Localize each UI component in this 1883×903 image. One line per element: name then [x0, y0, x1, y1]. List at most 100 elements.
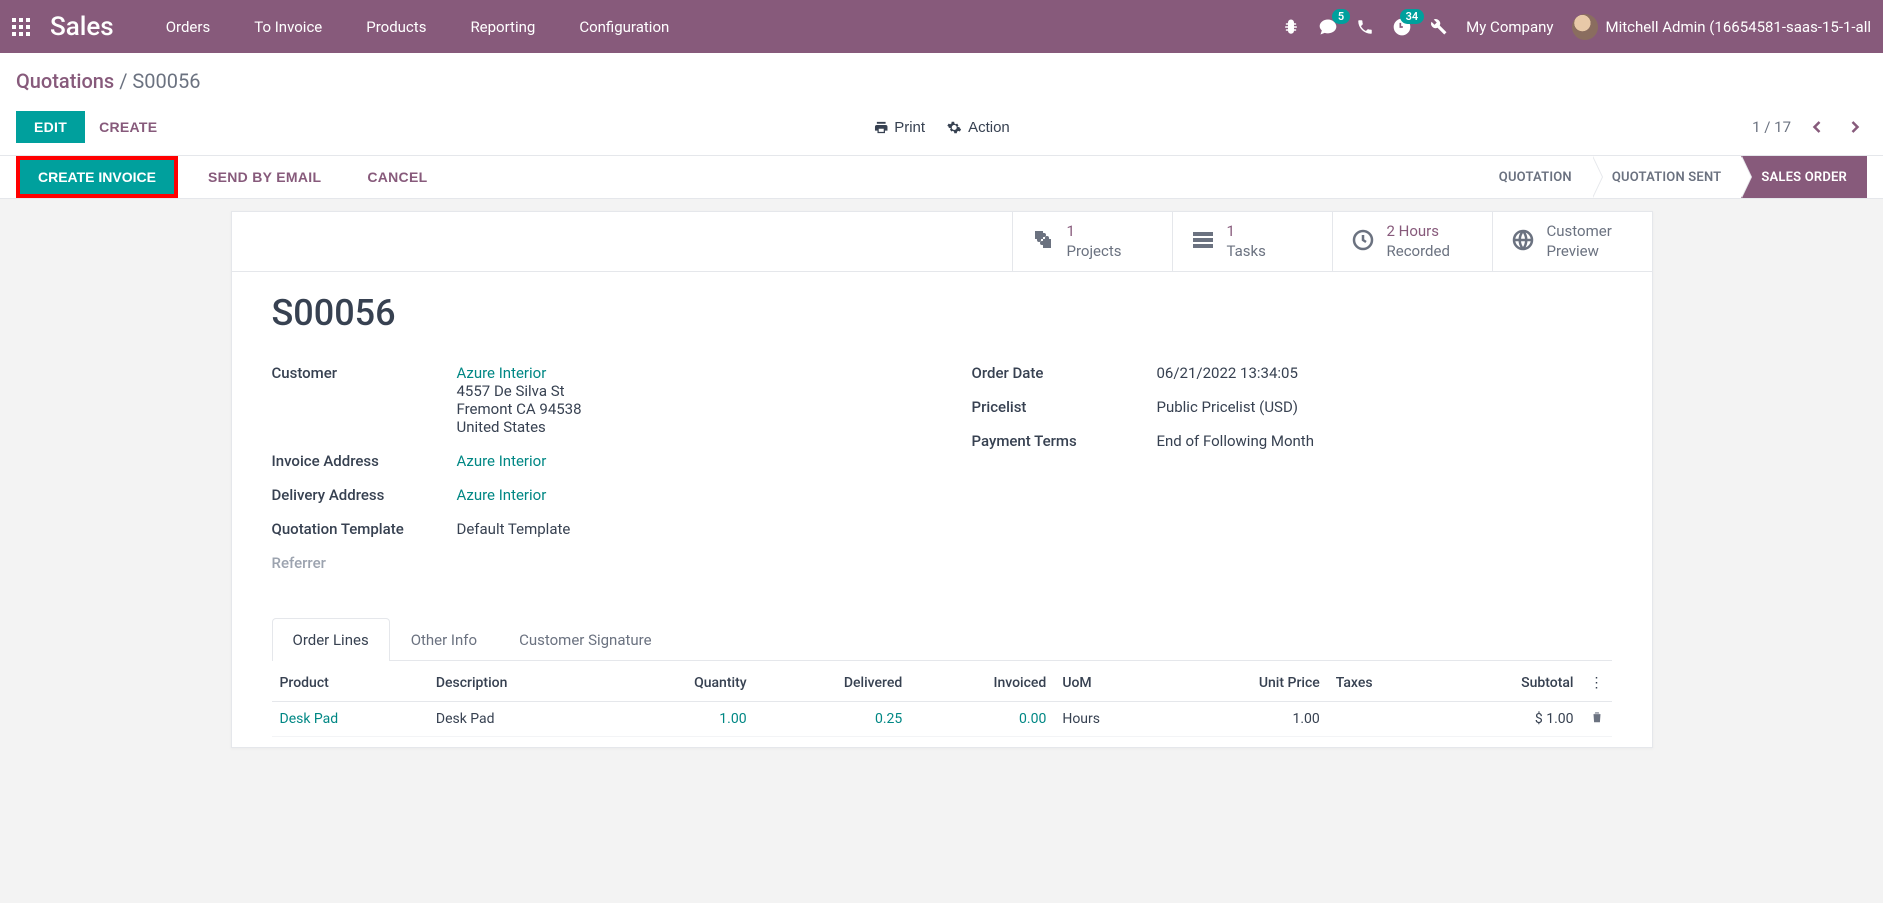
pager-next-button[interactable]	[1843, 115, 1867, 139]
col-delivered[interactable]: Delivered	[755, 665, 911, 702]
customer-addr3: United States	[457, 418, 546, 436]
create-button[interactable]: CREATE	[85, 111, 171, 143]
apps-icon[interactable]	[12, 15, 40, 39]
tabs: Order Lines Other Info Customer Signatur…	[272, 618, 1612, 661]
company-name[interactable]: My Company	[1466, 18, 1553, 36]
menu-orders[interactable]: Orders	[144, 0, 233, 53]
payment-terms-value: End of Following Month	[1157, 432, 1314, 450]
print-label: Print	[894, 119, 925, 136]
cell-subtotal: $ 1.00	[1438, 702, 1581, 737]
payment-terms-label: Payment Terms	[972, 432, 1157, 450]
col-quantity[interactable]: Quantity	[611, 665, 754, 702]
col-product[interactable]: Product	[272, 665, 428, 702]
phone-icon[interactable]	[1356, 18, 1374, 36]
template-label: Quotation Template	[272, 520, 457, 538]
row-delete-icon[interactable]	[1582, 702, 1612, 737]
pricelist-value: Public Pricelist (USD)	[1157, 398, 1299, 416]
action-button[interactable]: Action	[939, 115, 1018, 140]
breadcrumb-current: S00056	[132, 69, 200, 93]
col-invoiced[interactable]: Invoiced	[910, 665, 1054, 702]
customer-addr2: Fremont CA 94538	[457, 400, 582, 418]
stat-hours-label: Recorded	[1387, 242, 1450, 262]
control-panel: Quotations / S00056 EDIT CREATE Print Ac…	[0, 53, 1883, 156]
clock-icon	[1351, 228, 1375, 256]
content-area: 1Projects 1Tasks 2 HoursRecorded Custome…	[0, 199, 1883, 748]
status-bar: CREATE INVOICE SEND BY EMAIL CANCEL QUOT…	[0, 156, 1883, 199]
form-sheet: 1Projects 1Tasks 2 HoursRecorded Custome…	[231, 211, 1653, 748]
pager-prev-button[interactable]	[1805, 115, 1829, 139]
action-label: Action	[968, 119, 1010, 136]
tasks-icon	[1191, 228, 1215, 256]
record-title: S00056	[272, 292, 1612, 334]
stat-hours-button[interactable]: 2 HoursRecorded	[1332, 212, 1492, 271]
delivery-address-link[interactable]: Azure Interior	[457, 486, 547, 504]
cell-description: Desk Pad	[428, 702, 611, 737]
cell-delivered: 0.25	[755, 702, 911, 737]
col-subtotal[interactable]: Subtotal	[1438, 665, 1581, 702]
menu-to-invoice[interactable]: To Invoice	[232, 0, 344, 53]
order-date-value: 06/21/2022 13:34:05	[1157, 364, 1298, 382]
invoice-address-label: Invoice Address	[272, 452, 457, 470]
print-button[interactable]: Print	[865, 115, 933, 140]
breadcrumb: Quotations / S00056	[16, 69, 1867, 93]
nav-right: 5 34 My Company Mitchell Admin (16654581…	[1282, 14, 1871, 40]
activities-icon[interactable]: 34	[1392, 17, 1412, 37]
activities-badge: 34	[1400, 9, 1425, 24]
status-quotation-sent[interactable]: QUOTATION SENT	[1592, 156, 1742, 198]
col-options-button[interactable]: ⋮	[1582, 665, 1612, 702]
tab-other-info[interactable]: Other Info	[390, 618, 498, 661]
cell-product: Desk Pad	[272, 702, 428, 737]
col-uom[interactable]: UoM	[1054, 665, 1166, 702]
cancel-button[interactable]: CANCEL	[351, 161, 443, 193]
edit-button[interactable]: EDIT	[16, 111, 85, 143]
order-date-label: Order Date	[972, 364, 1157, 382]
stat-preview-button[interactable]: CustomerPreview	[1492, 212, 1652, 271]
col-description[interactable]: Description	[428, 665, 611, 702]
user-menu[interactable]: Mitchell Admin (16654581-saas-15-1-all	[1572, 14, 1872, 40]
status-quotation[interactable]: QUOTATION	[1479, 156, 1592, 198]
menu-configuration[interactable]: Configuration	[557, 0, 691, 53]
create-invoice-button[interactable]: CREATE INVOICE	[16, 156, 178, 198]
customer-link[interactable]: Azure Interior	[457, 364, 547, 382]
delivery-address-label: Delivery Address	[272, 486, 457, 504]
main-menu: Orders To Invoice Products Reporting Con…	[144, 0, 692, 53]
cell-quantity: 1.00	[611, 702, 754, 737]
stat-preview-label: Preview	[1547, 242, 1612, 262]
referrer-label: Referrer	[272, 554, 457, 572]
send-email-button[interactable]: SEND BY EMAIL	[192, 161, 337, 193]
print-icon	[873, 120, 888, 135]
tab-signature[interactable]: Customer Signature	[498, 618, 673, 661]
invoice-address-link[interactable]: Azure Interior	[457, 452, 547, 470]
status-sales-order[interactable]: SALES ORDER	[1741, 156, 1867, 198]
cell-uom: Hours	[1054, 702, 1166, 737]
stat-hours-value: 2 Hours	[1387, 222, 1450, 242]
app-title[interactable]: Sales	[50, 12, 114, 42]
stat-tasks-button[interactable]: 1Tasks	[1172, 212, 1332, 271]
pager-text[interactable]: 1 / 17	[1752, 118, 1791, 136]
template-value: Default Template	[457, 520, 571, 538]
cell-price: 1.00	[1167, 702, 1328, 737]
tools-icon[interactable]	[1430, 18, 1448, 36]
col-taxes[interactable]: Taxes	[1328, 665, 1439, 702]
customer-addr1: 4557 De Silva St	[457, 382, 565, 400]
globe-icon	[1511, 228, 1535, 256]
messages-icon[interactable]: 5	[1318, 17, 1338, 37]
user-name: Mitchell Admin (16654581-saas-15-1-all	[1606, 18, 1872, 36]
menu-products[interactable]: Products	[344, 0, 448, 53]
pricelist-label: Pricelist	[972, 398, 1157, 416]
stat-tasks-value: 1	[1227, 222, 1266, 242]
cell-taxes	[1328, 702, 1439, 737]
breadcrumb-parent[interactable]: Quotations	[16, 69, 114, 93]
menu-reporting[interactable]: Reporting	[448, 0, 557, 53]
status-sales-order-label: SALES ORDER	[1761, 170, 1847, 185]
stat-projects-button[interactable]: 1Projects	[1012, 212, 1172, 271]
avatar	[1572, 14, 1598, 40]
col-unit-price[interactable]: Unit Price	[1167, 665, 1328, 702]
cell-invoiced: 0.00	[910, 702, 1054, 737]
order-lines-table: Product Description Quantity Delivered I…	[272, 665, 1612, 737]
debug-icon[interactable]	[1282, 18, 1300, 36]
stat-projects-label: Projects	[1067, 242, 1122, 262]
table-row[interactable]: Desk Pad Desk Pad 1.00 0.25 0.00 Hours 1…	[272, 702, 1612, 737]
tab-order-lines[interactable]: Order Lines	[272, 618, 390, 661]
customer-label: Customer	[272, 364, 457, 382]
